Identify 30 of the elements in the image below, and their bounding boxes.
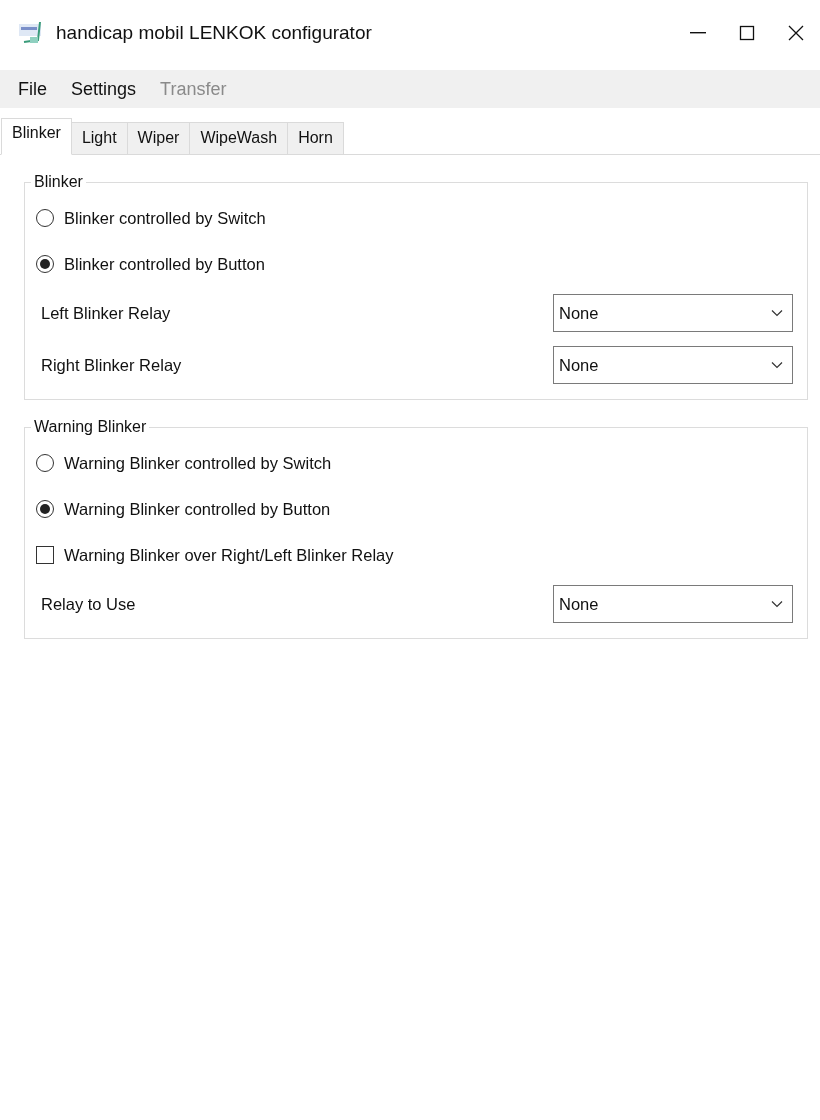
tab[interactable]: Wiper — [126, 122, 191, 154]
group-title: Blinker — [33, 173, 84, 191]
checkbox-label: Warning Blinker over Right/Left Blinker Relay — [64, 545, 394, 565]
radio-label: Blinker controlled by Button — [64, 254, 265, 274]
group-title: Warning Blinker — [33, 418, 148, 436]
menu-item[interactable]: Settings — [59, 74, 149, 104]
maximize-icon — [737, 24, 756, 42]
window-title: handicap mobil LENKOK configurator — [56, 22, 372, 44]
radio-label: Blinker controlled by Switch — [64, 208, 266, 228]
checkbox[interactable] — [36, 546, 54, 564]
tab[interactable]: WipeWash — [189, 122, 289, 154]
tab[interactable]: Light — [70, 122, 128, 154]
radio-button[interactable] — [36, 500, 54, 518]
relay-dropdown[interactable]: None — [553, 346, 793, 384]
relay-dropdown[interactable]: None — [553, 294, 793, 332]
minimize-icon — [689, 32, 706, 34]
app-logo-icon — [18, 20, 44, 46]
tab[interactable]: Horn — [287, 122, 344, 154]
field-label: Left Blinker Relay — [41, 303, 171, 323]
relay-dropdown[interactable]: None — [553, 585, 793, 623]
radio-label: Warning Blinker controlled by Button — [64, 499, 331, 519]
field-label: Relay to Use — [41, 594, 136, 614]
radio-button[interactable] — [36, 454, 54, 472]
radio-label: Warning Blinker controlled by Switch — [64, 453, 332, 473]
radio-button[interactable] — [36, 209, 54, 227]
field-label: Right Blinker Relay — [41, 355, 182, 375]
tab[interactable]: Blinker — [1, 118, 72, 155]
menu-item[interactable]: File — [6, 74, 59, 104]
close-icon — [786, 24, 805, 42]
radio-button[interactable] — [36, 255, 54, 273]
